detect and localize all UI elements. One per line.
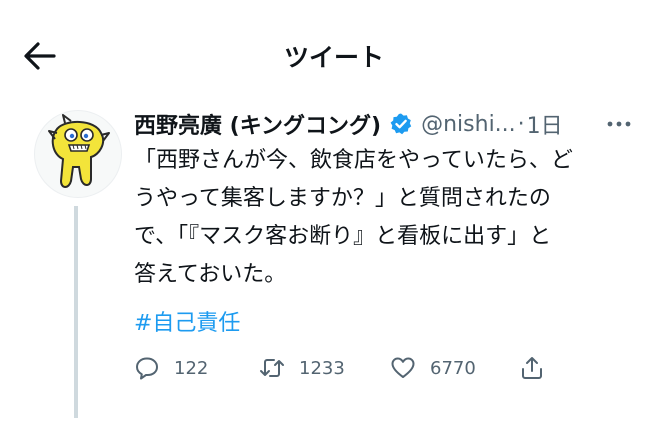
tweet-text: 「西野さんが今、飲食店をやっていたら、ど うやって集客しますか？」と質問されたの… — [134, 142, 634, 294]
page-title: ツイート — [283, 43, 384, 72]
reply-button[interactable]: 122 — [134, 350, 208, 386]
share-icon — [522, 357, 542, 379]
tweet-text-line: で、「『マスク客お断り』と看板に出す」と — [134, 224, 552, 249]
user-handle[interactable]: @nishi... — [421, 112, 516, 137]
like-button[interactable]: 6770 — [390, 350, 476, 386]
retweet-button[interactable]: 1233 — [259, 350, 345, 386]
avatar-character-icon — [48, 114, 110, 188]
retweet-count: 1233 — [299, 357, 345, 379]
avatar[interactable] — [34, 110, 122, 198]
like-count: 6770 — [430, 357, 476, 379]
retweet-icon — [260, 359, 284, 377]
reply-count: 122 — [174, 357, 209, 379]
tweet-author-row: 西野亮廣 (キングコング) @nishi... · 1日 — [134, 108, 563, 140]
display-name[interactable]: 西野亮廣 (キングコング) — [134, 108, 381, 140]
verified-badge-icon — [390, 113, 412, 135]
separator-dot: · — [517, 111, 525, 137]
tweet-text-line: 答えておいた。 — [134, 262, 287, 287]
share-button[interactable] — [519, 350, 545, 386]
hashtag-link[interactable]: #自己責任 — [134, 307, 240, 341]
more-icon[interactable] — [604, 112, 634, 136]
tweet-text-line: 「西野さんが今、飲食店をやっていたら、ど — [134, 148, 573, 173]
thread-line — [74, 206, 78, 418]
like-icon — [391, 357, 415, 378]
tweet-text-line: うやって集客しますか？」と質問されたの — [134, 186, 551, 211]
tweet-timestamp[interactable]: 1日 — [527, 108, 563, 140]
reply-icon — [136, 357, 158, 380]
tweet-header: ツイート — [0, 0, 668, 100]
